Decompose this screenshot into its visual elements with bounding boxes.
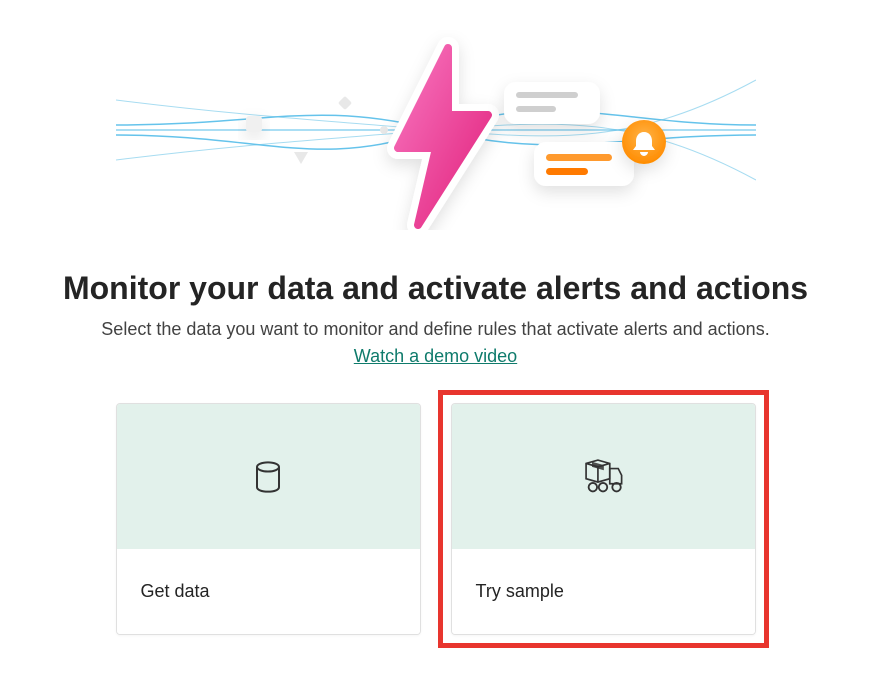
try-sample-card-bottom: Try sample	[452, 549, 755, 634]
try-sample-card-top	[452, 404, 755, 549]
hero-illustration	[116, 30, 756, 230]
cards-row: Get data Try s	[116, 403, 756, 635]
get-data-card[interactable]: Get data	[116, 403, 421, 635]
get-data-label: Get data	[141, 581, 210, 602]
page-subtext: Select the data you want to monitor and …	[101, 319, 769, 340]
try-sample-card[interactable]: Try sample	[451, 403, 756, 635]
watch-demo-link[interactable]: Watch a demo video	[354, 346, 517, 367]
try-sample-label: Try sample	[476, 581, 564, 602]
database-icon	[246, 455, 290, 499]
page-heading: Monitor your data and activate alerts an…	[63, 270, 808, 307]
get-data-card-bottom: Get data	[117, 549, 420, 634]
truck-icon	[581, 455, 625, 499]
get-data-card-top	[117, 404, 420, 549]
